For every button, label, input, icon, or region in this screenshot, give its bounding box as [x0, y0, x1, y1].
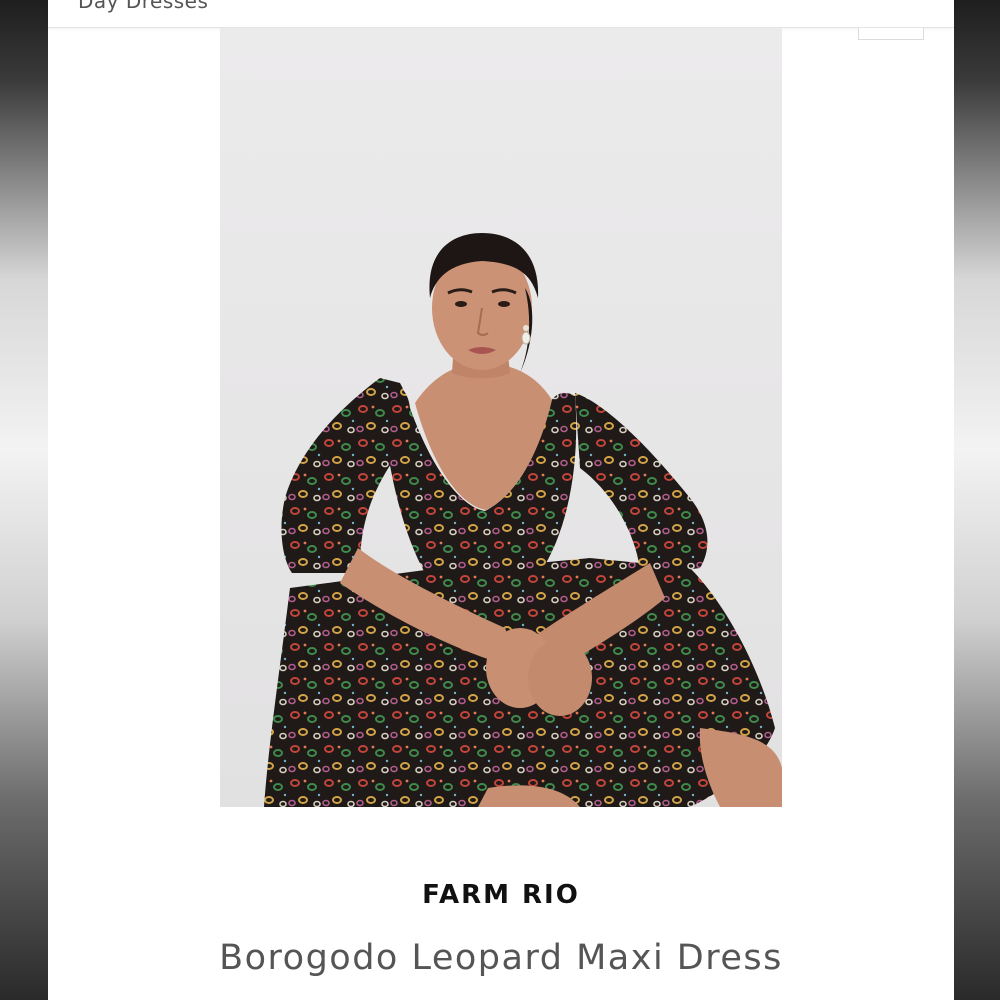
product-photo-illustration — [264, 233, 782, 807]
right-backdrop-gutter — [954, 0, 1000, 1000]
product-brand[interactable]: FARM RIO — [48, 880, 954, 910]
product-title: Borogodo Leopard Maxi Dress — [219, 938, 783, 978]
product-page: Day Dresses FARM RIO Borogodo Leopard Ma… — [48, 0, 954, 1000]
header-bar: Day Dresses — [48, 0, 954, 28]
left-backdrop-gutter — [0, 0, 48, 1000]
header-tab-edge[interactable] — [858, 28, 924, 40]
breadcrumb[interactable]: Day Dresses — [78, 0, 208, 13]
product-image[interactable] — [220, 28, 782, 807]
